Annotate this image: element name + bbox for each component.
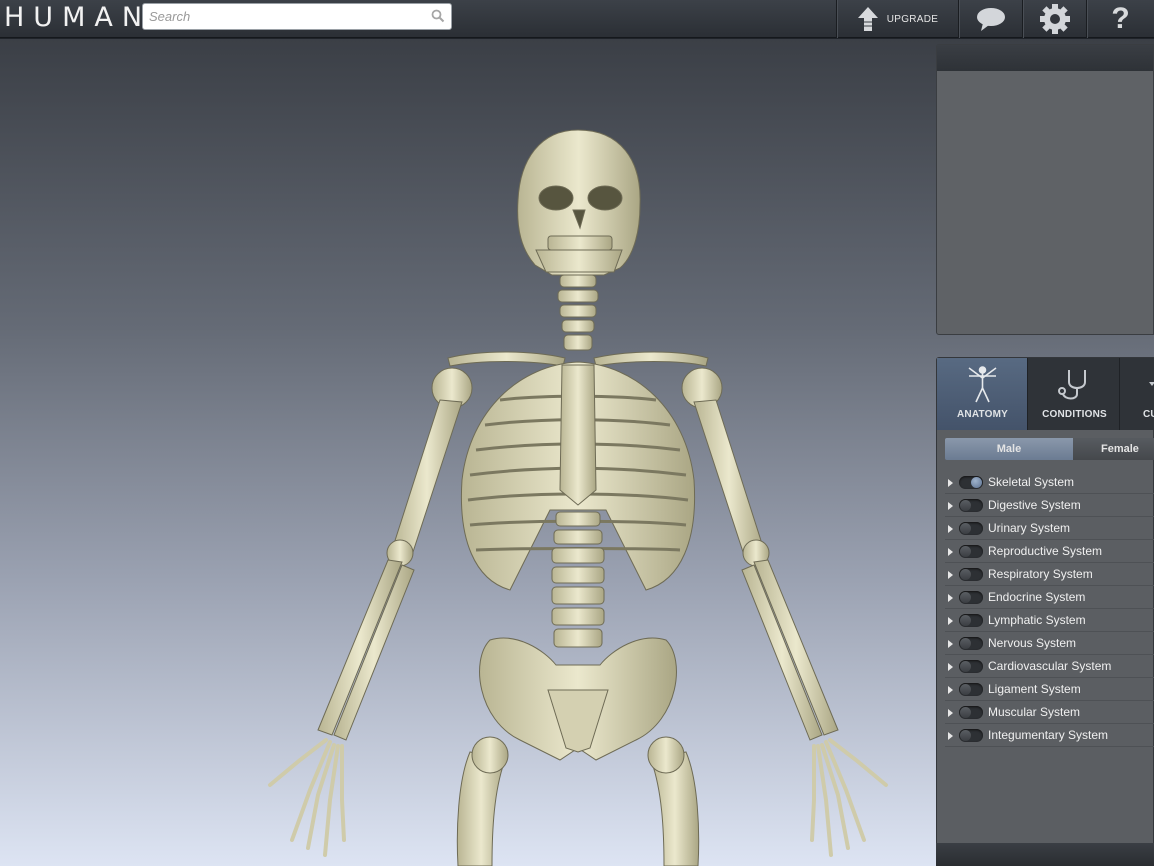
system-label: Digestive System	[988, 498, 1081, 512]
expand-arrow-icon[interactable]	[948, 571, 953, 579]
toggle-knob	[960, 500, 971, 511]
tab-conditions[interactable]: CONDITIONS	[1029, 358, 1120, 430]
toggle-knob	[960, 592, 971, 603]
gender-female-button[interactable]: Female	[1073, 438, 1154, 460]
search-input[interactable]	[143, 4, 423, 29]
system-row[interactable]: Endocrine System	[945, 586, 1154, 609]
system-visibility-toggle[interactable]	[959, 637, 983, 650]
help-icon: ?	[1111, 2, 1130, 35]
system-visibility-toggle[interactable]	[959, 614, 983, 627]
info-panel-header[interactable]	[937, 45, 1153, 71]
system-label: Reproductive System	[988, 544, 1103, 558]
system-label: Urinary System	[988, 521, 1071, 535]
help-button[interactable]: ?	[1086, 0, 1154, 38]
tab-curriculum-label: CU	[1143, 409, 1154, 420]
panel-footer	[936, 843, 1154, 866]
tab-anatomy[interactable]: ANATOMY	[937, 358, 1028, 430]
system-visibility-toggle[interactable]	[959, 545, 983, 558]
system-label: Integumentary System	[988, 728, 1109, 742]
expand-arrow-icon[interactable]	[948, 525, 953, 533]
system-row[interactable]: Reproductive System	[945, 540, 1154, 563]
expand-arrow-icon[interactable]	[948, 594, 953, 602]
upgrade-label: UPGRADE	[886, 13, 939, 25]
system-label: Ligament System	[988, 682, 1081, 696]
gear-icon	[1039, 4, 1070, 34]
toggle-knob	[960, 523, 971, 534]
system-visibility-toggle[interactable]	[959, 499, 983, 512]
system-row[interactable]: Digestive System	[945, 494, 1154, 517]
system-visibility-toggle[interactable]	[959, 706, 983, 719]
chat-bubble-icon	[976, 8, 1005, 31]
toggle-knob	[960, 661, 971, 672]
system-label: Cardiovascular System	[988, 659, 1112, 673]
toggle-knob	[960, 569, 971, 580]
toggle-knob	[960, 684, 971, 695]
skeleton-model[interactable]	[0, 39, 936, 866]
system-row[interactable]: Muscular System	[945, 701, 1154, 724]
tab-curriculum[interactable]: CU	[1121, 358, 1154, 430]
expand-arrow-icon[interactable]	[948, 663, 953, 671]
toggle-knob	[960, 615, 971, 626]
system-label: Endocrine System	[988, 590, 1086, 604]
system-row[interactable]: Ligament System	[945, 678, 1154, 701]
expand-arrow-icon[interactable]	[948, 686, 953, 694]
gender-toggle: Male Female	[945, 438, 1154, 460]
systems-panel: ANATOMY CONDITIONS CU Male Female Skelet…	[936, 357, 1154, 866]
top-bar: HUMAN UPGRADE	[0, 0, 1154, 38]
feedback-button[interactable]	[958, 0, 1022, 38]
toggle-knob	[960, 638, 971, 649]
system-row[interactable]: Skeletal System	[945, 471, 1154, 494]
toggle-knob	[960, 730, 971, 741]
tab-conditions-label: CONDITIONS	[1042, 409, 1107, 420]
system-visibility-toggle[interactable]	[959, 476, 983, 489]
curriculum-icon	[1149, 382, 1154, 386]
settings-button[interactable]	[1022, 0, 1086, 38]
stethoscope-icon	[1058, 370, 1086, 400]
system-visibility-toggle[interactable]	[959, 522, 983, 535]
info-panel	[936, 44, 1154, 335]
human-figure-icon	[968, 366, 997, 403]
3d-viewport[interactable]	[0, 39, 936, 866]
upgrade-button[interactable]: UPGRADE	[836, 0, 958, 38]
system-visibility-toggle[interactable]	[959, 660, 983, 673]
system-visibility-toggle[interactable]	[959, 568, 983, 581]
expand-arrow-icon[interactable]	[948, 548, 953, 556]
system-label: Skeletal System	[988, 475, 1075, 489]
systems-list: Skeletal System Digestive System Urinary S…	[945, 471, 1154, 747]
expand-arrow-icon[interactable]	[948, 732, 953, 740]
toggle-knob	[960, 707, 971, 718]
system-label: Muscular System	[988, 705, 1081, 719]
expand-arrow-icon[interactable]	[948, 640, 953, 648]
tab-anatomy-label: ANATOMY	[956, 409, 1009, 420]
system-label: Lymphatic System	[988, 613, 1086, 627]
expand-arrow-icon[interactable]	[948, 709, 953, 717]
expand-arrow-icon[interactable]	[948, 617, 953, 625]
system-row[interactable]: Urinary System	[945, 517, 1154, 540]
system-row[interactable]: Cardiovascular System	[945, 655, 1154, 678]
system-label: Respiratory System	[988, 567, 1093, 581]
gender-male-button[interactable]: Male	[945, 438, 1073, 460]
system-row[interactable]: Respiratory System	[945, 563, 1154, 586]
search-icon[interactable]	[431, 9, 445, 23]
system-row[interactable]: Lymphatic System	[945, 609, 1154, 632]
expand-arrow-icon[interactable]	[948, 502, 953, 510]
system-row[interactable]: Nervous System	[945, 632, 1154, 655]
upgrade-arrow-icon	[857, 7, 878, 31]
system-visibility-toggle[interactable]	[959, 683, 983, 696]
panel-tabs: ANATOMY CONDITIONS CU	[937, 358, 1154, 430]
system-visibility-toggle[interactable]	[959, 591, 983, 604]
app-logo[interactable]: HUMAN	[4, 4, 151, 32]
system-visibility-toggle[interactable]	[959, 729, 983, 742]
search-box[interactable]	[142, 3, 452, 30]
toggle-knob	[960, 546, 971, 557]
system-label: Nervous System	[988, 636, 1077, 650]
toggle-knob	[971, 477, 982, 488]
expand-arrow-icon[interactable]	[948, 479, 953, 487]
system-row[interactable]: Integumentary System	[945, 724, 1154, 747]
